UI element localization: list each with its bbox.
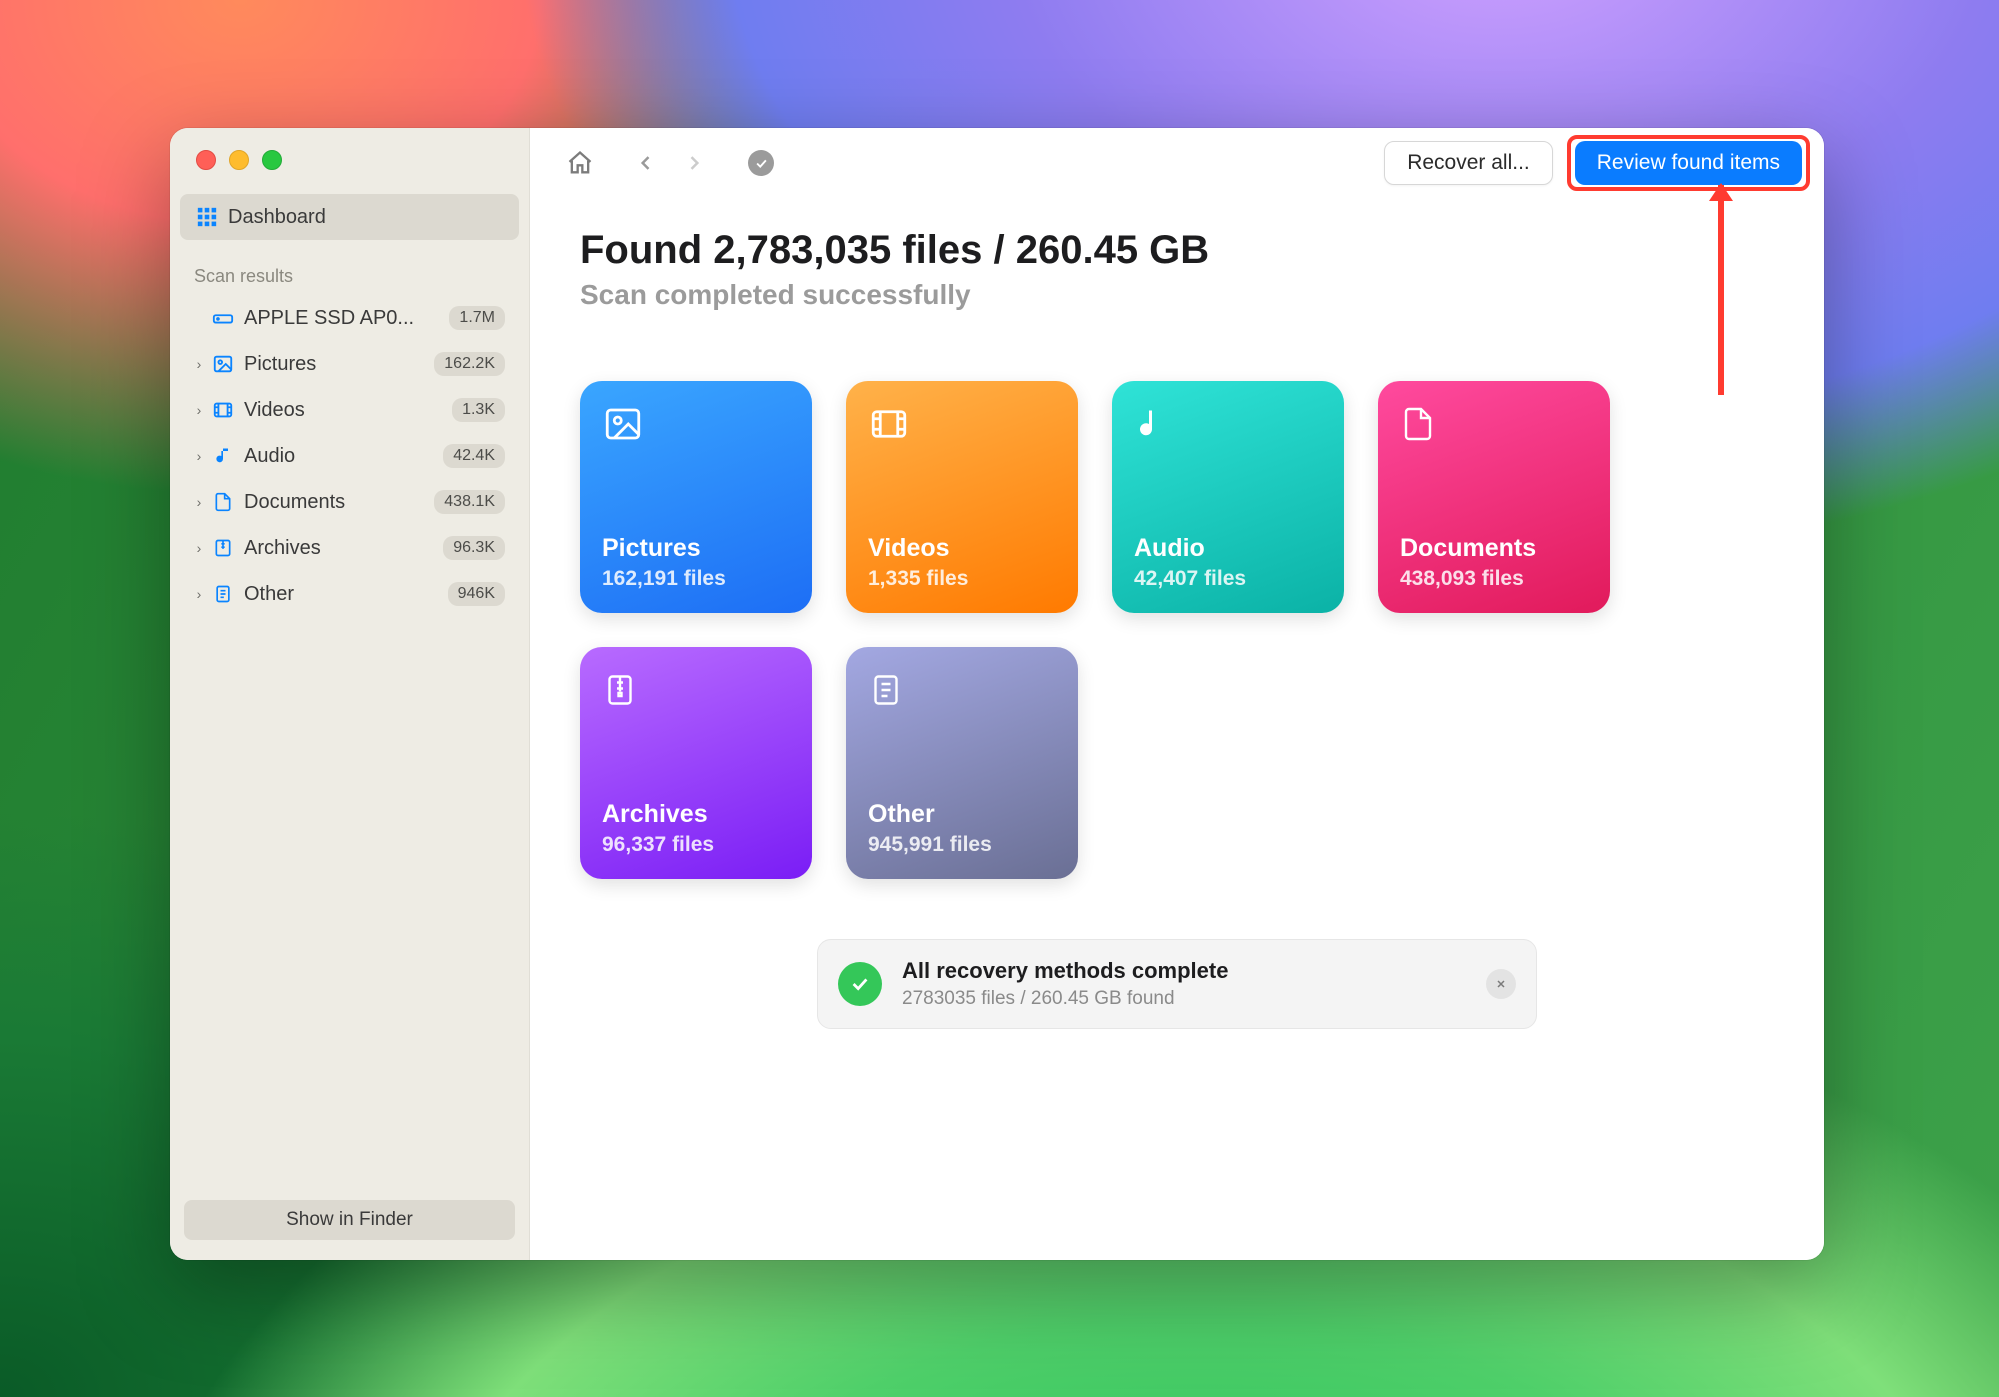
- card-title: Pictures: [602, 534, 790, 563]
- scan-complete-indicator-icon: [748, 150, 774, 176]
- app-window: Dashboard Scan results ▶ APPLE SSD AP0..…: [170, 128, 1824, 1260]
- card-sub: 945,991 files: [868, 833, 1056, 857]
- card-sub: 42,407 files: [1134, 567, 1322, 591]
- chevron-right-icon[interactable]: ›: [188, 494, 210, 510]
- card-title: Other: [868, 800, 1056, 829]
- zoom-window-button[interactable]: [262, 150, 282, 170]
- results-headline: Found 2,783,035 files / 260.45 GB: [580, 228, 1774, 273]
- card-videos[interactable]: Videos 1,335 files: [846, 381, 1078, 613]
- sidebar-item-badge: 1.3K: [452, 398, 505, 422]
- sidebar-item-label: Other: [244, 583, 448, 606]
- status-toast: All recovery methods complete 2783035 fi…: [817, 939, 1537, 1029]
- sidebar-item-badge: 42.4K: [443, 444, 505, 468]
- toast-close-button[interactable]: [1486, 969, 1516, 999]
- chevron-right-icon[interactable]: ›: [188, 356, 210, 372]
- window-controls: [170, 128, 529, 170]
- review-found-items-button[interactable]: Review found items: [1575, 141, 1802, 185]
- card-pictures[interactable]: Pictures 162,191 files: [580, 381, 812, 613]
- pictures-icon: [602, 403, 790, 453]
- sidebar-item-pictures[interactable]: › Pictures 162.2K: [180, 341, 519, 387]
- forward-button[interactable]: [674, 143, 714, 183]
- sidebar-item-label: Archives: [244, 537, 443, 560]
- chevron-right-icon[interactable]: ›: [188, 540, 210, 556]
- home-button[interactable]: [560, 143, 600, 183]
- main-panel: Recover all... Review found items Found …: [530, 128, 1824, 1260]
- results-subhead: Scan completed successfully: [580, 279, 1774, 311]
- chevron-right-icon[interactable]: ›: [188, 448, 210, 464]
- sidebar-item-documents[interactable]: › Documents 438.1K: [180, 479, 519, 525]
- annotation-arrow: [1718, 185, 1724, 395]
- card-documents[interactable]: Documents 438,093 files: [1378, 381, 1610, 613]
- sidebar-item-badge: 162.2K: [434, 352, 505, 376]
- videos-icon: [210, 399, 236, 421]
- sidebar-item-label: Dashboard: [228, 206, 326, 229]
- card-title: Audio: [1134, 534, 1322, 563]
- audio-icon: [1134, 403, 1322, 453]
- documents-icon: [1400, 403, 1588, 453]
- sidebar-item-dashboard[interactable]: Dashboard: [180, 194, 519, 240]
- sidebar: Dashboard Scan results ▶ APPLE SSD AP0..…: [170, 128, 530, 1260]
- minimize-window-button[interactable]: [229, 150, 249, 170]
- sidebar-item-label: Pictures: [244, 353, 434, 376]
- pictures-icon: [210, 353, 236, 375]
- videos-icon: [868, 403, 1056, 453]
- toast-title: All recovery methods complete: [902, 958, 1466, 984]
- content-area: Found 2,783,035 files / 260.45 GB Scan c…: [530, 198, 1824, 1260]
- sidebar-footer: Show in Finder: [170, 1182, 529, 1260]
- other-icon: [868, 669, 1056, 719]
- card-title: Videos: [868, 534, 1056, 563]
- sidebar-item-label: Audio: [244, 445, 443, 468]
- sidebar-item-videos[interactable]: › Videos 1.3K: [180, 387, 519, 433]
- sidebar-item-label: Videos: [244, 399, 452, 422]
- show-in-finder-button[interactable]: Show in Finder: [184, 1200, 515, 1240]
- card-sub: 96,337 files: [602, 833, 790, 857]
- archives-icon: [210, 537, 236, 559]
- sidebar-section-label: Scan results: [170, 240, 529, 295]
- sidebar-item-other[interactable]: › Other 946K: [180, 571, 519, 617]
- card-title: Archives: [602, 800, 790, 829]
- review-found-items-wrap: Review found items: [1575, 141, 1802, 185]
- card-sub: 1,335 files: [868, 567, 1056, 591]
- chevron-right-icon[interactable]: ›: [188, 402, 210, 418]
- back-button[interactable]: [626, 143, 666, 183]
- sidebar-drive-badge: 1.7M: [449, 306, 505, 330]
- category-cards: Pictures 162,191 files Videos 1,335 file…: [580, 381, 1774, 879]
- card-audio[interactable]: Audio 42,407 files: [1112, 381, 1344, 613]
- recover-all-button[interactable]: Recover all...: [1384, 141, 1553, 185]
- card-sub: 162,191 files: [602, 567, 790, 591]
- sidebar-item-badge: 438.1K: [434, 490, 505, 514]
- close-window-button[interactable]: [196, 150, 216, 170]
- audio-icon: [210, 446, 236, 466]
- drive-icon: [210, 307, 236, 329]
- sidebar-drive-row[interactable]: ▶ APPLE SSD AP0... 1.7M: [180, 295, 519, 341]
- card-other[interactable]: Other 945,991 files: [846, 647, 1078, 879]
- success-check-icon: [838, 962, 882, 1006]
- card-title: Documents: [1400, 534, 1588, 563]
- sidebar-item-audio[interactable]: › Audio 42.4K: [180, 433, 519, 479]
- sidebar-item-archives[interactable]: › Archives 96.3K: [180, 525, 519, 571]
- card-archives[interactable]: Archives 96,337 files: [580, 647, 812, 879]
- chevron-right-icon[interactable]: ›: [188, 586, 210, 602]
- toolbar: Recover all... Review found items: [530, 128, 1824, 198]
- sidebar-item-badge: 96.3K: [443, 536, 505, 560]
- other-icon: [210, 583, 236, 605]
- sidebar-drive-name: APPLE SSD AP0...: [244, 307, 449, 330]
- toast-detail: 2783035 files / 260.45 GB found: [902, 988, 1466, 1010]
- sidebar-item-label: Documents: [244, 491, 434, 514]
- documents-icon: [210, 491, 236, 513]
- archives-icon: [602, 669, 790, 719]
- card-sub: 438,093 files: [1400, 567, 1588, 591]
- sidebar-item-badge: 946K: [448, 582, 505, 606]
- grid-icon: [196, 206, 218, 228]
